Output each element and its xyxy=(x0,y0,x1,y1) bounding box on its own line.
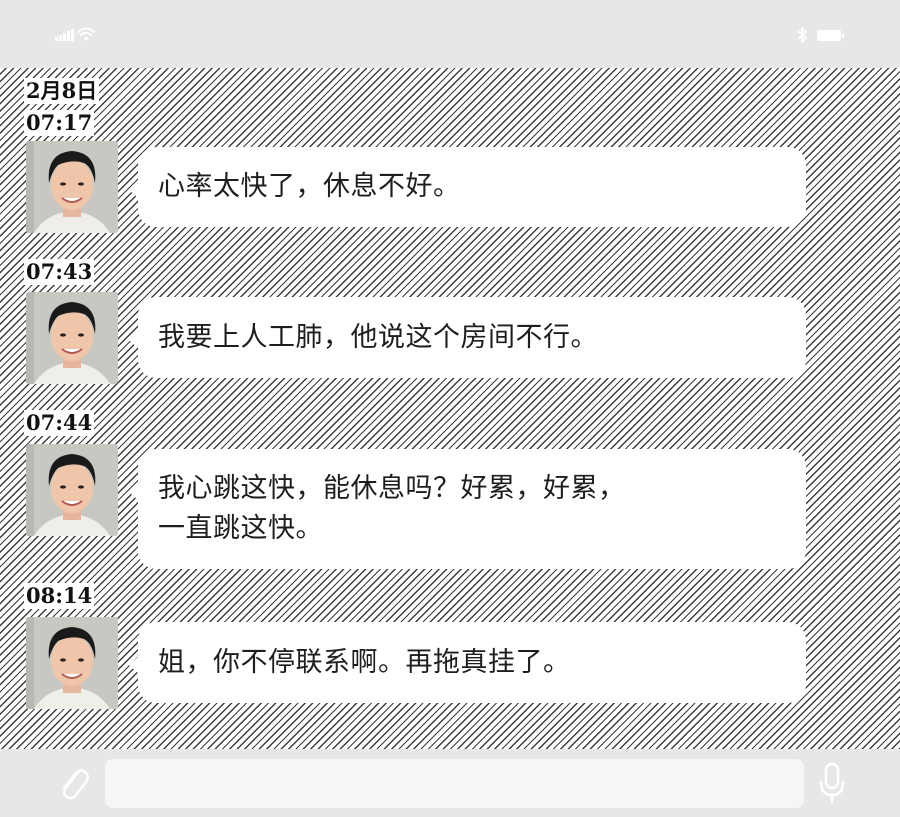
chat-area[interactable]: 2月8日 07:17 心率太快了，休息不好。 07:43 我要上人工肺，他说这个… xyxy=(0,68,900,749)
paperclip-icon[interactable] xyxy=(56,762,90,804)
message-bubble[interactable]: 我要上人工肺，他说这个房间不行。 xyxy=(129,297,806,378)
avatar-image xyxy=(26,444,118,536)
avatar[interactable] xyxy=(26,444,118,536)
avatar[interactable] xyxy=(26,141,118,233)
avatar[interactable] xyxy=(26,292,118,384)
message-bubble[interactable]: 姐，你不停联系啊。再拖真挂了。 xyxy=(129,622,806,703)
avatar-image xyxy=(26,617,118,709)
signal-icon xyxy=(55,29,75,41)
message-bubble[interactable]: 心率太快了，休息不好。 xyxy=(129,147,806,227)
avatar-image xyxy=(26,292,118,384)
microphone-icon[interactable] xyxy=(818,762,846,804)
avatar-image xyxy=(26,141,118,233)
message-time: 07:43 xyxy=(24,259,95,285)
message-text: 心率太快了，休息不好。 xyxy=(158,171,461,202)
message-time: 08:14 xyxy=(24,583,95,609)
bluetooth-icon xyxy=(797,27,807,43)
message-input[interactable] xyxy=(105,759,804,808)
message-text: 姐，你不停联系啊。再拖真挂了。 xyxy=(158,646,571,678)
battery-icon xyxy=(817,30,845,41)
status-bar xyxy=(0,0,900,68)
wifi-icon xyxy=(77,27,95,41)
message-bubble[interactable]: 我心跳这快，能休息吗？好累，好累， 一直跳这快。 xyxy=(129,449,806,569)
date-label: 2月8日 xyxy=(24,78,100,104)
message-text: 我要上人工肺，他说这个房间不行。 xyxy=(158,321,598,353)
message-text: 我心跳这快，能休息吗？好累，好累， 一直跳这快。 xyxy=(158,473,626,544)
message-time: 07:44 xyxy=(24,410,95,436)
message-time: 07:17 xyxy=(24,110,95,136)
avatar[interactable] xyxy=(26,617,118,709)
